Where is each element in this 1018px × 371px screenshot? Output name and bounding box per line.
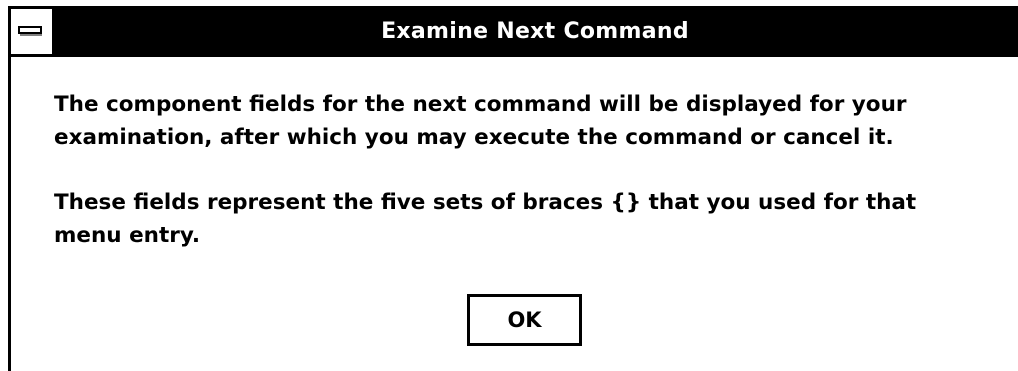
message-paragraph2-line2: menu entry. xyxy=(54,223,201,248)
window-left-border xyxy=(8,6,11,371)
ok-button[interactable]: OK xyxy=(467,294,582,346)
system-menu-icon-shadow xyxy=(20,34,42,36)
dialog-title: Examine Next Command xyxy=(381,19,689,44)
message-dialog: Examine Next Command The component field… xyxy=(0,0,1018,371)
message-paragraph2-line1: These fields represent the five sets of … xyxy=(54,190,917,215)
system-menu-icon xyxy=(18,26,42,34)
message-paragraph1-line2: examination, after which you may execute… xyxy=(54,125,894,150)
message-paragraph1-line1: The component fields for the next comman… xyxy=(54,92,907,117)
system-menu-button[interactable] xyxy=(11,9,52,54)
